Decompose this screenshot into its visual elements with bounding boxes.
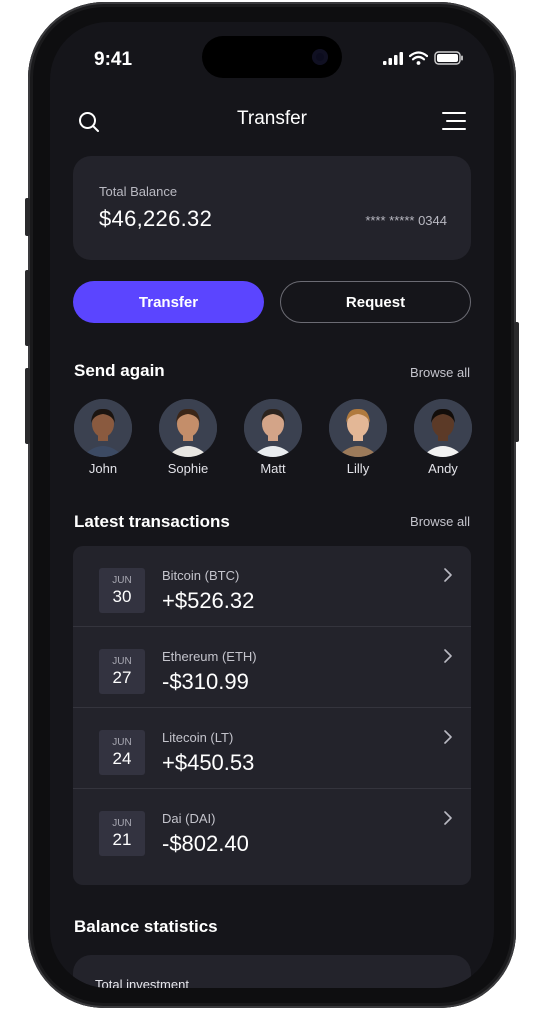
chevron-right-icon [444, 811, 452, 825]
avatar [414, 399, 472, 457]
transactions-title: Latest transactions [74, 512, 230, 531]
transactions-browse-all[interactable]: Browse all [410, 514, 470, 529]
contact-item[interactable]: Sophie [158, 399, 218, 476]
battery-icon [434, 51, 463, 65]
avatar [244, 399, 302, 457]
power-button [514, 322, 519, 442]
contact-item[interactable]: Matt [243, 399, 303, 476]
signal-icon [383, 51, 403, 65]
send-again-browse-all[interactable]: Browse all [410, 365, 470, 380]
chevron-right-icon [444, 568, 452, 582]
menu-icon [442, 112, 466, 130]
transactions-list: JUN 30 Bitcoin (BTC) +$526.32 JUN 27 Ethereum … [73, 546, 471, 885]
balance-amount: $46,226.32 [99, 206, 213, 231]
volume-down-button [25, 368, 30, 444]
date-day: 30 [112, 587, 132, 606]
date-badge: JUN 27 [99, 649, 145, 694]
coin-name: Ethereum (ETH) [162, 649, 257, 664]
transaction-row[interactable]: JUN 24 Litecoin (LT) +$450.53 [73, 708, 471, 789]
date-day: 27 [112, 668, 132, 687]
statistics-card[interactable]: Total investment [73, 955, 471, 988]
transaction-row[interactable]: JUN 21 Dai (DAI) -$802.40 [73, 789, 471, 869]
transaction-amount: -$802.40 [162, 831, 249, 856]
date-day: 24 [112, 749, 132, 768]
contacts-row: John Sophie Matt Lilly Andy [73, 399, 473, 476]
chevron-right-icon [444, 730, 452, 744]
wifi-icon [409, 51, 428, 65]
date-month: JUN [112, 818, 132, 829]
avatar [159, 399, 217, 457]
contact-name: John [88, 461, 118, 476]
dynamic-island [202, 36, 342, 78]
date-month: JUN [112, 575, 132, 586]
balance-label: Total Balance [99, 184, 178, 199]
camera-icon [312, 49, 328, 65]
contact-name: Matt [260, 461, 286, 476]
coin-name: Dai (DAI) [162, 811, 216, 826]
contact-name: Sophie [167, 461, 209, 476]
date-day: 21 [112, 830, 132, 849]
volume-up-button [25, 270, 30, 346]
mute-switch [25, 198, 30, 236]
total-investment-label: Total investment [95, 977, 189, 988]
avatar [74, 399, 132, 457]
contact-item[interactable]: Lilly [328, 399, 388, 476]
transaction-amount: +$450.53 [162, 750, 255, 775]
contact-item[interactable]: Andy [413, 399, 473, 476]
statistics-title: Balance statistics [74, 917, 218, 936]
contact-item[interactable]: John [73, 399, 133, 476]
menu-button[interactable] [440, 108, 468, 134]
coin-name: Bitcoin (BTC) [162, 568, 240, 583]
avatar [329, 399, 387, 457]
request-button[interactable]: Request [280, 281, 471, 323]
contact-name: Andy [428, 461, 458, 476]
app-screen: 9:41 Transfer Total Balance $46,226.32 *… [50, 22, 494, 988]
chevron-right-icon [444, 649, 452, 663]
date-badge: JUN 30 [99, 568, 145, 613]
contact-name: Lilly [346, 461, 370, 476]
status-icons [383, 51, 464, 65]
status-time: 9:41 [94, 49, 133, 70]
transaction-row[interactable]: JUN 27 Ethereum (ETH) -$310.99 [73, 627, 471, 708]
date-badge: JUN 24 [99, 730, 145, 775]
send-again-title: Send again [74, 361, 165, 380]
balance-card[interactable]: Total Balance $46,226.32 **** ***** 0344 [73, 156, 471, 260]
coin-name: Litecoin (LT) [162, 730, 234, 745]
transaction-amount: +$526.32 [162, 588, 255, 613]
transaction-amount: -$310.99 [162, 669, 249, 694]
date-month: JUN [112, 737, 132, 748]
transaction-row[interactable]: JUN 30 Bitcoin (BTC) +$526.32 [73, 546, 471, 627]
page-title: Transfer [236, 108, 308, 129]
date-badge: JUN 21 [99, 811, 145, 856]
card-number: **** ***** 0344 [365, 213, 447, 228]
date-month: JUN [112, 656, 132, 667]
transfer-button[interactable]: Transfer [73, 281, 264, 323]
